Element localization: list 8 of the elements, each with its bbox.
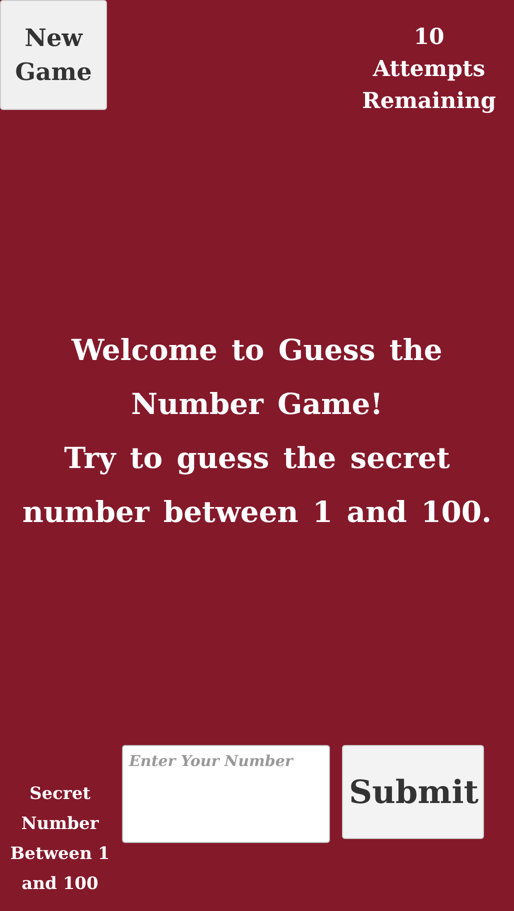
submit-button[interactable]: Submit [342,745,484,839]
welcome-message: Try to guess the secret number between 1 and 100. [21,440,493,532]
new-game-button[interactable]: New Game [0,0,107,110]
field-label: Secret Number Between 1 and 100 [9,783,111,896]
welcome-message: Welcome to Guess the Number Game! [70,332,444,424]
attempts-count: 10 [414,23,444,52]
number-input-field[interactable]: Enter Your Number [122,745,330,843]
attempts-label: Attempts Remaining [361,54,497,116]
